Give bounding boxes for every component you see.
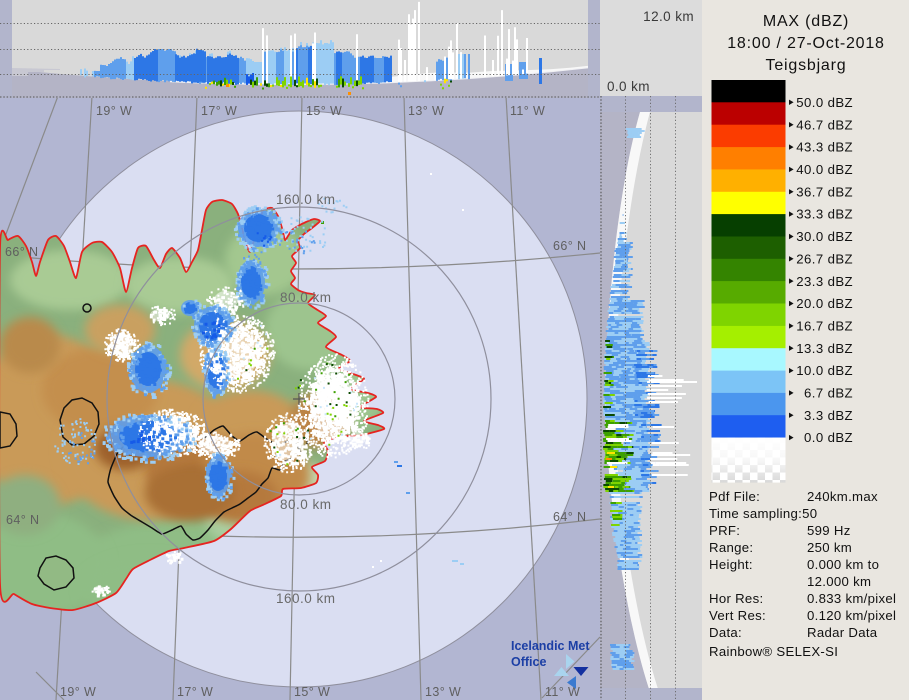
svg-text:0.000 km to: 0.000 km to: [807, 557, 879, 572]
svg-text:Range:: Range:: [709, 540, 753, 555]
svg-text:19° W: 19° W: [96, 104, 132, 118]
svg-text:64° N: 64° N: [553, 510, 586, 524]
svg-text:80.0 km: 80.0 km: [280, 290, 332, 305]
svg-text:Rainbow® SELEX-SI: Rainbow® SELEX-SI: [709, 644, 838, 659]
svg-text:50.0 dBZ: 50.0 dBZ: [796, 95, 853, 110]
svg-text:23.3 dBZ: 23.3 dBZ: [796, 274, 853, 289]
svg-text:160.0 km: 160.0 km: [276, 591, 336, 606]
svg-text:15° W: 15° W: [294, 685, 330, 699]
svg-text:40.0 dBZ: 40.0 dBZ: [796, 162, 853, 177]
svg-text:0.120 km/pixel: 0.120 km/pixel: [807, 608, 896, 623]
svg-text:36.7 dBZ: 36.7 dBZ: [796, 184, 853, 199]
svg-text:160.0 km: 160.0 km: [276, 192, 336, 207]
svg-text:Height:: Height:: [709, 557, 753, 572]
svg-text:33.3 dBZ: 33.3 dBZ: [796, 207, 853, 222]
svg-text:13.3 dBZ: 13.3 dBZ: [796, 341, 853, 356]
svg-text:250 km: 250 km: [807, 540, 852, 555]
svg-text:Icelandic Met: Icelandic Met: [511, 639, 590, 653]
svg-text:Vert Res:: Vert Res:: [709, 608, 766, 623]
svg-text:13° W: 13° W: [425, 685, 461, 699]
svg-text:18:00 / 27-Oct-2018: 18:00 / 27-Oct-2018: [727, 35, 885, 52]
svg-text:240km.max: 240km.max: [807, 489, 878, 504]
svg-text:PRF:: PRF:: [709, 523, 740, 538]
svg-text:80.0 km: 80.0 km: [280, 497, 332, 512]
svg-text:66° N: 66° N: [5, 245, 38, 259]
svg-text:Data:: Data:: [709, 625, 742, 640]
svg-text:15° W: 15° W: [306, 104, 342, 118]
svg-text:Teigsbjarg: Teigsbjarg: [766, 57, 847, 74]
svg-text:30.0 dBZ: 30.0 dBZ: [796, 229, 853, 244]
svg-text:17° W: 17° W: [177, 685, 213, 699]
svg-text:16.7 dBZ: 16.7 dBZ: [796, 318, 853, 333]
svg-text:11° W: 11° W: [510, 104, 545, 118]
svg-text:3.3 dBZ: 3.3 dBZ: [804, 408, 853, 423]
svg-text:MAX (dBZ): MAX (dBZ): [763, 13, 849, 30]
svg-text:10.0 dBZ: 10.0 dBZ: [796, 363, 853, 378]
svg-text:599 Hz: 599 Hz: [807, 523, 851, 538]
svg-text:17° W: 17° W: [201, 104, 237, 118]
svg-text:Pdf File:: Pdf File:: [709, 489, 760, 504]
svg-text:43.3 dBZ: 43.3 dBZ: [796, 140, 853, 155]
svg-text:12.0 km: 12.0 km: [643, 9, 694, 24]
svg-text:64° N: 64° N: [6, 513, 39, 527]
svg-text:66° N: 66° N: [553, 239, 586, 253]
svg-text:13° W: 13° W: [408, 104, 444, 118]
svg-text:26.7 dBZ: 26.7 dBZ: [796, 251, 853, 266]
svg-text:46.7 dBZ: 46.7 dBZ: [796, 117, 853, 132]
svg-text:20.0 dBZ: 20.0 dBZ: [796, 296, 853, 311]
svg-text:0.0 km: 0.0 km: [607, 79, 650, 94]
svg-text:19° W: 19° W: [60, 685, 96, 699]
svg-text:Hor Res:: Hor Res:: [709, 591, 763, 606]
svg-text:Radar Data: Radar Data: [807, 625, 878, 640]
svg-text:Time sampling:50: Time sampling:50: [709, 506, 817, 521]
svg-text:0.0 dBZ: 0.0 dBZ: [804, 430, 853, 445]
svg-text:12.000 km: 12.000 km: [807, 574, 871, 589]
svg-text:0.833 km/pixel: 0.833 km/pixel: [807, 591, 896, 606]
svg-text:6.7 dBZ: 6.7 dBZ: [804, 386, 853, 401]
svg-text:Office: Office: [511, 655, 546, 669]
